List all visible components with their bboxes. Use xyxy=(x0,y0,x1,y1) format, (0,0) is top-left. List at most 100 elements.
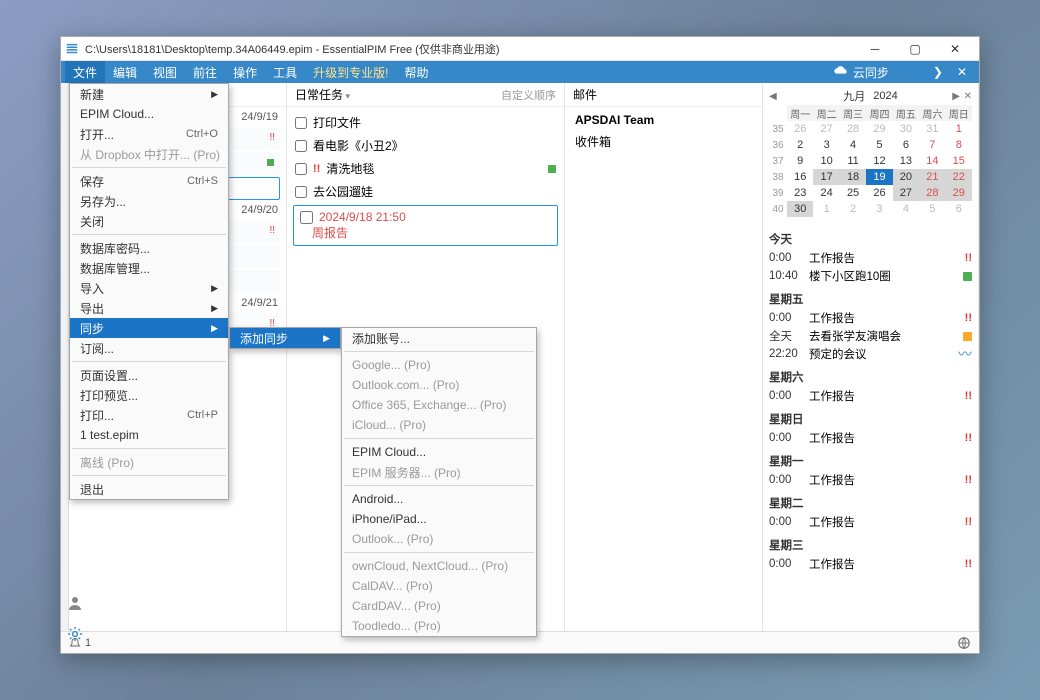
agenda-row[interactable]: 0:00工作报告!! xyxy=(769,555,972,573)
agenda-row[interactable]: 0:00工作报告!! xyxy=(769,387,972,405)
mail-inbox[interactable]: 收件箱 xyxy=(575,133,752,150)
tasks-sort-order[interactable]: 自定义顺序 xyxy=(501,87,556,103)
agenda-row[interactable]: 22:20预定的会议〰 xyxy=(769,345,972,363)
add-sync-submenu[interactable]: 添加账号...Google... (Pro)Outlook.com... (Pr… xyxy=(341,327,537,637)
cal-day[interactable]: 23 xyxy=(787,185,813,201)
cal-close[interactable]: ✕ xyxy=(964,91,972,102)
task-row[interactable]: 打印文件 xyxy=(293,111,558,134)
menu-帮助[interactable]: 帮助 xyxy=(396,61,436,83)
task-row[interactable]: 看电影《小丑2》 xyxy=(293,134,558,157)
cal-day[interactable]: 5 xyxy=(919,201,945,217)
cal-day[interactable]: 9 xyxy=(787,153,813,169)
agenda-row[interactable]: 0:00工作报告!! xyxy=(769,249,972,267)
menu-文件[interactable]: 文件 xyxy=(65,61,105,83)
cal-day[interactable]: 19 xyxy=(866,169,892,185)
menu-前往[interactable]: 前往 xyxy=(185,61,225,83)
minimize-button[interactable]: ─ xyxy=(855,38,895,60)
cal-day[interactable]: 6 xyxy=(893,137,919,153)
task-row[interactable]: 去公园遛娃 xyxy=(293,180,558,203)
cal-day[interactable]: 10 xyxy=(813,153,839,169)
cal-day[interactable]: 21 xyxy=(919,169,945,185)
cloud-sync-close[interactable]: ✕ xyxy=(949,65,975,79)
file-menu-item[interactable]: 另存为... xyxy=(70,191,228,211)
task-edit-box[interactable]: 2024/9/18 21:50周报告 xyxy=(293,205,558,246)
file-menu-item[interactable]: 订阅... xyxy=(70,338,228,358)
cal-day[interactable]: 26 xyxy=(787,121,813,137)
cal-day[interactable]: 20 xyxy=(893,169,919,185)
cal-day[interactable]: 30 xyxy=(787,201,813,217)
agenda-row[interactable]: 0:00工作报告!! xyxy=(769,513,972,531)
mail-account[interactable]: APSDAI Team xyxy=(575,113,752,127)
close-button[interactable]: ✕ xyxy=(935,38,975,60)
file-menu-item[interactable]: 打开...Ctrl+O xyxy=(70,124,228,144)
file-menu-item[interactable]: 1 test.epim xyxy=(70,425,228,445)
cal-day[interactable]: 6 xyxy=(946,201,972,217)
task-checkbox[interactable] xyxy=(295,163,307,175)
cal-day[interactable]: 22 xyxy=(946,169,972,185)
cal-day[interactable]: 16 xyxy=(787,169,813,185)
cal-day[interactable]: 28 xyxy=(919,185,945,201)
cal-day[interactable]: 17 xyxy=(813,169,839,185)
file-menu-item[interactable]: 数据库密码... xyxy=(70,238,228,258)
file-menu-item[interactable]: 导出▶ xyxy=(70,298,228,318)
file-menu-item[interactable]: 页面设置... xyxy=(70,365,228,385)
sync-add[interactable]: 添加同步▶ xyxy=(230,328,340,348)
cal-day[interactable]: 14 xyxy=(919,153,945,169)
cal-next[interactable]: ▶ xyxy=(952,91,960,102)
tasks-title-dropdown[interactable]: 日常任务 xyxy=(295,86,350,103)
menu-操作[interactable]: 操作 xyxy=(225,61,265,83)
sync-account-item[interactable]: iPhone/iPad... xyxy=(342,509,536,529)
file-menu-item[interactable]: 保存Ctrl+S xyxy=(70,171,228,191)
cal-day[interactable]: 29 xyxy=(866,121,892,137)
cal-day[interactable]: 1 xyxy=(946,121,972,137)
file-menu-item[interactable]: 新建▶ xyxy=(70,84,228,104)
cal-day[interactable]: 3 xyxy=(813,137,839,153)
sync-account-item[interactable]: 添加账号... xyxy=(342,328,536,348)
task-checkbox[interactable] xyxy=(300,211,313,224)
task-checkbox[interactable] xyxy=(295,140,307,152)
cal-day[interactable]: 28 xyxy=(840,121,866,137)
cal-day[interactable]: 26 xyxy=(866,185,892,201)
cal-day[interactable]: 29 xyxy=(946,185,972,201)
cloud-sync-button[interactable]: 云同步 ❯ xyxy=(827,64,949,81)
file-menu[interactable]: 新建▶EPIM Cloud...打开...Ctrl+O从 Dropbox 中打开… xyxy=(69,83,229,500)
cal-day[interactable]: 8 xyxy=(946,137,972,153)
cal-day[interactable]: 2 xyxy=(787,137,813,153)
sync-account-item[interactable]: EPIM Cloud... xyxy=(342,442,536,462)
file-menu-item[interactable]: 导入▶ xyxy=(70,278,228,298)
cal-day[interactable]: 24 xyxy=(813,185,839,201)
file-menu-item[interactable]: 打印...Ctrl+P xyxy=(70,405,228,425)
cal-day[interactable]: 30 xyxy=(893,121,919,137)
cal-day[interactable]: 11 xyxy=(840,153,866,169)
task-checkbox[interactable] xyxy=(295,117,307,129)
menu-视图[interactable]: 视图 xyxy=(145,61,185,83)
menu-升级到专业版![interactable]: 升级到专业版! xyxy=(305,61,396,83)
agenda-row[interactable]: 0:00工作报告!! xyxy=(769,429,972,447)
maximize-button[interactable]: ▢ xyxy=(895,38,935,60)
agenda-row[interactable]: 0:00工作报告!! xyxy=(769,471,972,489)
agenda-row[interactable]: 全天去看张学友演唱会 xyxy=(769,327,972,345)
file-menu-item[interactable]: 关闭 xyxy=(70,211,228,231)
cal-day[interactable]: 3 xyxy=(866,201,892,217)
menu-工具[interactable]: 工具 xyxy=(265,61,305,83)
file-menu-item[interactable]: 数据库管理... xyxy=(70,258,228,278)
sync-submenu[interactable]: 添加同步▶ xyxy=(229,327,341,349)
cal-day[interactable]: 25 xyxy=(840,185,866,201)
menu-编辑[interactable]: 编辑 xyxy=(105,61,145,83)
cal-day[interactable]: 4 xyxy=(893,201,919,217)
globe-icon[interactable] xyxy=(957,636,971,650)
cal-day[interactable]: 31 xyxy=(919,121,945,137)
cal-day[interactable]: 27 xyxy=(813,121,839,137)
file-menu-item[interactable]: EPIM Cloud... xyxy=(70,104,228,124)
file-menu-item[interactable]: 打印预览... xyxy=(70,385,228,405)
task-row[interactable]: !!清洗地毯 xyxy=(293,157,558,180)
sync-account-item[interactable]: Android... xyxy=(342,489,536,509)
cal-day[interactable]: 5 xyxy=(866,137,892,153)
agenda-row[interactable]: 0:00工作报告!! xyxy=(769,309,972,327)
file-menu-item[interactable]: 同步▶ xyxy=(70,318,228,338)
cal-day[interactable]: 7 xyxy=(919,137,945,153)
cal-prev[interactable]: ◀ xyxy=(769,91,777,102)
cal-day[interactable]: 27 xyxy=(893,185,919,201)
task-checkbox[interactable] xyxy=(295,186,307,198)
file-menu-item[interactable]: 退出 xyxy=(70,479,228,499)
